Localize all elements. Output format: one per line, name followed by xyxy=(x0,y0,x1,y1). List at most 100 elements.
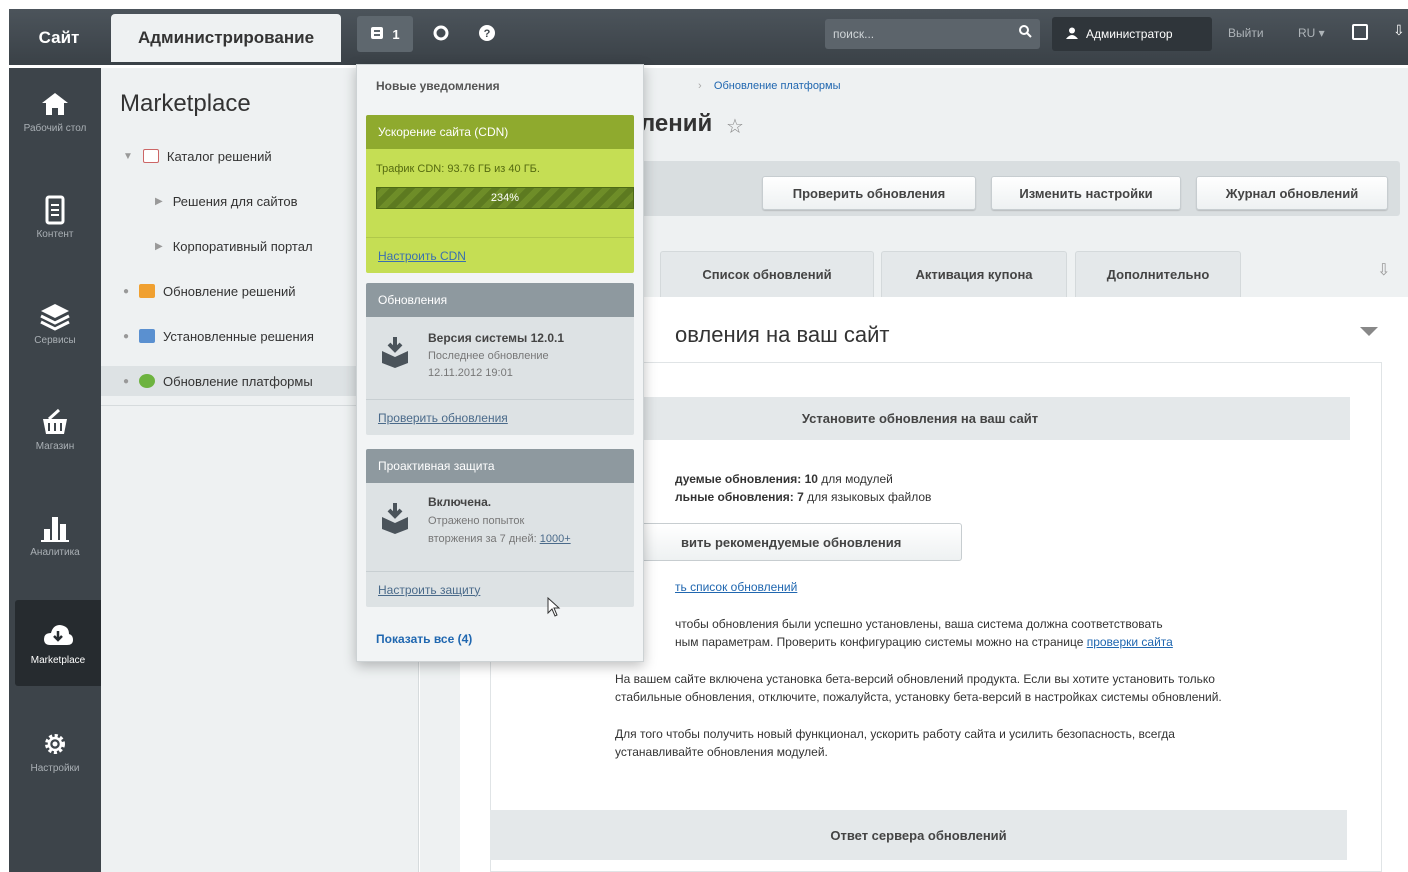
recommended-line: дуемые обновления: 10 для модулей xyxy=(675,472,893,486)
site-tab[interactable]: Сайт xyxy=(23,14,95,62)
bullet-icon: ● xyxy=(123,375,130,387)
mouse-cursor-icon xyxy=(547,597,561,617)
recommended-count: дуемые обновления: 10 xyxy=(675,472,818,486)
menu-title: Marketplace xyxy=(120,90,251,117)
site-check-link[interactable]: проверки сайта xyxy=(1087,635,1173,649)
cdn-card-title: Ускорение сайта (CDN) xyxy=(366,115,634,149)
nav-label: Магазин xyxy=(35,440,75,452)
recommended-text: для модулей xyxy=(817,472,893,486)
nav-content[interactable]: Контент xyxy=(9,174,101,260)
gear-icon xyxy=(45,733,65,754)
search-placeholder: поиск... xyxy=(833,27,875,41)
user-icon xyxy=(1066,27,1078,42)
optional-count: льные обновления: 7 xyxy=(675,490,804,504)
nav-label: Контент xyxy=(36,228,74,240)
show-all-link[interactable]: Показать все (4) xyxy=(376,632,472,646)
cdn-traffic: Трафик CDN: 93.76 ГБ из 40 ГБ. xyxy=(376,163,540,175)
catalog-icon xyxy=(142,149,159,163)
circle-icon[interactable] xyxy=(432,24,450,42)
menu-item-installed[interactable]: ● Установленные решения xyxy=(123,321,314,351)
updates-card-footer: Проверить обновления xyxy=(366,399,634,435)
basket-icon xyxy=(43,408,67,434)
bullet-icon: ● xyxy=(123,330,130,342)
language-select[interactable]: RU ▾ xyxy=(1298,26,1325,40)
configure-cdn-link[interactable]: Настроить CDN xyxy=(378,249,466,263)
attacks-label: Отражено попыток xyxy=(428,515,525,527)
chevron-down-icon[interactable]: ▼ xyxy=(123,151,133,162)
bullet-icon: ● xyxy=(123,285,130,297)
security-card-footer: Настроить защиту xyxy=(366,571,634,607)
tab-coupon[interactable]: Активация купона xyxy=(881,251,1067,297)
attacks-count-link[interactable]: 1000+ xyxy=(540,533,571,545)
nav-desktop[interactable]: Рабочий стол xyxy=(9,68,101,154)
flag-icon xyxy=(370,26,384,43)
breadcrumb-separator: › xyxy=(698,80,702,92)
home-icon xyxy=(42,92,68,115)
menu-item-label: Решения для сайтов xyxy=(172,193,298,209)
configure-security-link[interactable]: Настроить защиту xyxy=(378,583,480,597)
platform-icon xyxy=(139,374,156,388)
user-button[interactable]: Администратор xyxy=(1052,17,1212,51)
note-line: устанавливайте обновления модулей. xyxy=(615,745,828,759)
install-recommended-button[interactable]: вить рекомендуемые обновления xyxy=(600,523,962,561)
star-icon[interactable]: ☆ xyxy=(726,114,744,139)
menu-item-site-solutions[interactable]: ▶ Решения для сайтов xyxy=(155,186,298,216)
tab-updates-list[interactable]: Список обновлений xyxy=(660,251,874,297)
check-updates-button[interactable]: Проверить обновления xyxy=(762,176,976,210)
security-card: Проактивная защита Включена. Отражено по… xyxy=(366,449,634,607)
attacks-text: вторжения за 7 дней: xyxy=(428,533,540,545)
menu-item-label: Каталог решений xyxy=(166,148,272,164)
view-list-link[interactable]: ть список обновлений xyxy=(675,580,797,594)
last-update-date: 12.11.2012 19:01 xyxy=(428,367,513,379)
notifications-count: 1 xyxy=(392,26,400,42)
chevron-right-icon[interactable]: ▶ xyxy=(155,196,163,207)
tab-additional[interactable]: Дополнительно xyxy=(1075,251,1241,297)
nav-label: Marketplace xyxy=(30,654,86,666)
menu-item-label: Корпоративный портал xyxy=(172,238,313,254)
admin-tab[interactable]: Администрирование xyxy=(111,14,341,62)
svg-text:?: ? xyxy=(484,28,491,40)
breadcrumb-link[interactable]: Обновление платформы xyxy=(714,80,841,92)
nav-marketplace[interactable]: Marketplace xyxy=(15,600,101,686)
user-name: Администратор xyxy=(1086,27,1173,41)
change-settings-button[interactable]: Изменить настройки xyxy=(991,176,1181,210)
menu-item-portal[interactable]: ▶ Корпоративный портал xyxy=(155,231,313,261)
package-icon xyxy=(382,337,408,368)
search-icon[interactable] xyxy=(1018,24,1032,41)
nav-settings[interactable]: Настройки xyxy=(9,708,101,794)
section-title: овления на ваш сайт xyxy=(675,322,890,347)
nav-shop[interactable]: Магазин xyxy=(9,386,101,472)
nav-analytics[interactable]: Аналитика xyxy=(9,492,101,578)
updates-icon xyxy=(139,284,156,298)
nav-label: Рабочий стол xyxy=(23,122,87,134)
collapse-icon[interactable] xyxy=(1360,327,1378,336)
logout-link[interactable]: Выйти xyxy=(1228,26,1264,40)
cdn-progress-label: 234% xyxy=(490,192,520,204)
optional-line: льные обновления: 7 для языковых файлов xyxy=(675,490,931,504)
help-icon[interactable]: ? xyxy=(478,24,496,42)
menu-item-solution-updates[interactable]: ● Обновление решений xyxy=(123,276,296,306)
install-label: вить рекомендуемые обновления xyxy=(681,534,902,550)
system-version: Версия системы 12.0.1 xyxy=(428,331,564,345)
package-icon xyxy=(382,503,408,534)
cdn-progress-bar: 234% xyxy=(376,187,634,209)
updates-card: Обновления Версия системы 12.0.1 Последн… xyxy=(366,283,634,435)
attacks-line: вторжения за 7 дней: 1000+ xyxy=(428,533,571,545)
cloud-download-icon xyxy=(44,624,73,645)
search-input[interactable]: поиск... xyxy=(825,19,1040,49)
menu-item-catalog[interactable]: ▼ Каталог решений xyxy=(123,141,272,171)
notifications-button[interactable]: 1 xyxy=(357,16,413,52)
updates-card-title: Обновления xyxy=(366,283,634,317)
chevron-right-icon[interactable]: ▶ xyxy=(155,241,163,252)
pin-icon[interactable]: ⇩ xyxy=(1393,22,1405,39)
nav-services[interactable]: Сервисы xyxy=(9,280,101,366)
menu-item-label: Установленные решения xyxy=(163,328,314,344)
updates-card-body: Версия системы 12.0.1 Последнее обновлен… xyxy=(366,317,634,399)
last-update-label: Последнее обновление xyxy=(428,350,549,362)
check-updates-link[interactable]: Проверить обновления xyxy=(378,411,508,425)
pin-icon[interactable]: ⇩ xyxy=(1377,260,1390,280)
update-log-button[interactable]: Журнал обновлений xyxy=(1196,176,1388,210)
nav-label: Сервисы xyxy=(34,334,76,346)
window-icon[interactable] xyxy=(1352,24,1368,40)
menu-item-label: Обновление платформы xyxy=(163,373,313,389)
